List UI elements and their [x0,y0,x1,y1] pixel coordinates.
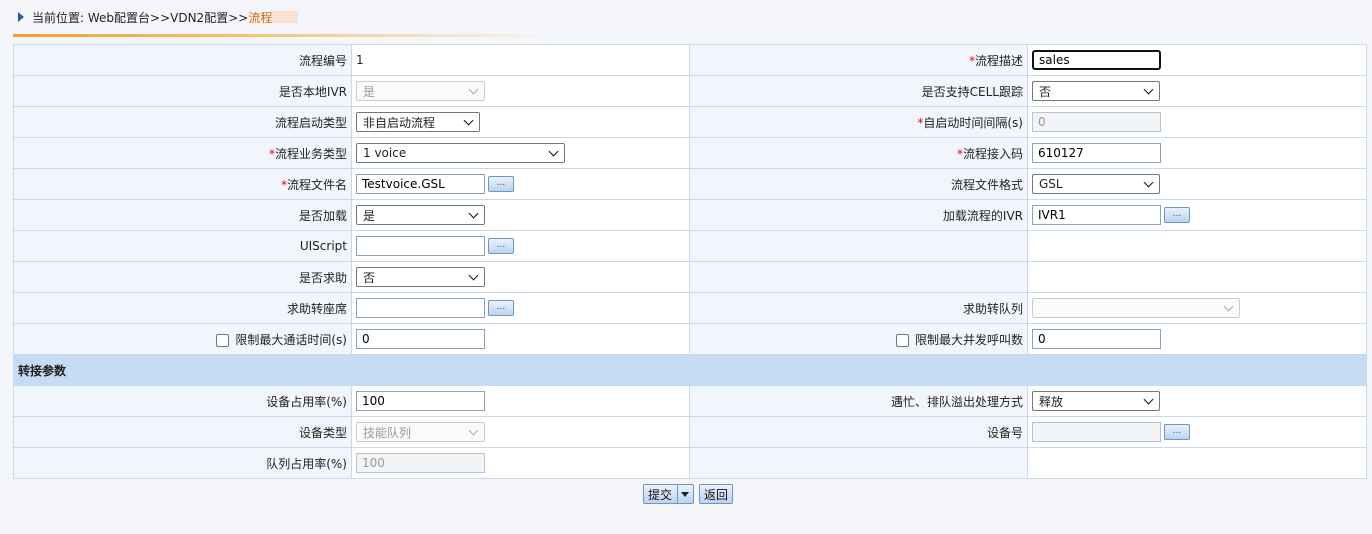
device-rate-input[interactable] [356,391,485,411]
submit-dropdown-icon[interactable] [677,485,690,503]
help-agent-input[interactable] [356,298,485,318]
chevron-down-icon [468,270,479,280]
chevron-down-icon [1143,177,1154,187]
file-name-browse-button[interactable]: ... [488,176,514,192]
start-type-label: 流程启动类型 [13,106,352,138]
cell-trace-select[interactable]: 否 [1032,81,1160,101]
breadcrumb-arrow-icon [18,12,24,22]
empty-cell [1027,261,1367,293]
flow-desc-label: *流程描述 [689,44,1028,76]
uiscript-browse-button[interactable]: ... [488,238,514,254]
help-queue-label: 求助转队列 [689,292,1028,324]
file-format-label: 流程文件格式 [689,168,1028,200]
transfer-section-title: 转接参数 [13,354,1367,386]
breadcrumb-path: 当前位置: Web配置台>>VDN2配置>> [32,10,249,25]
chevron-down-icon [1143,84,1154,94]
overflow-select[interactable]: 释放 [1032,391,1160,411]
biz-type-label: *流程业务类型 [13,137,352,169]
chevron-down-icon [463,115,474,125]
chevron-down-icon [468,208,479,218]
flow-desc-input[interactable] [1032,50,1161,70]
flow-config-form: 流程编号 1 *流程描述 是否本地IVR 是 是否支持CELL跟踪 否 流程启动… [13,44,1367,479]
submit-button[interactable]: 提交 [643,484,695,504]
file-name-input[interactable] [356,174,485,194]
empty-cell [689,447,1028,479]
device-no-input [1032,422,1161,442]
file-format-select[interactable]: GSL [1032,174,1160,194]
device-no-label: 设备号 [689,416,1028,448]
access-code-label: *流程接入码 [689,137,1028,169]
access-code-input[interactable] [1032,143,1161,163]
form-actions: 提交 返回 [643,484,734,504]
loaded-select[interactable]: 是 [356,205,485,225]
flow-id-label: 流程编号 [13,44,352,76]
chevron-down-icon [468,425,479,435]
queue-rate-label: 队列占用率(%) [13,447,352,479]
help-label: 是否求助 [13,261,352,293]
back-button[interactable]: 返回 [699,484,734,504]
help-agent-browse-button[interactable]: ... [488,300,514,316]
max-calls-label: 限制最大并发呼叫数 [689,323,1028,355]
local-ivr-label: 是否本地IVR [13,75,352,107]
device-type-select: 技能队列 [356,422,485,442]
device-no-browse-button[interactable]: ... [1164,424,1190,440]
chevron-down-icon [1143,394,1154,404]
overflow-label: 遇忙、排队溢出处理方式 [689,385,1028,417]
local-ivr-select: 是 [356,81,485,101]
cell-trace-label: 是否支持CELL跟踪 [689,75,1028,107]
flow-id-value: 1 [351,44,690,76]
load-ivr-input[interactable] [1032,205,1161,225]
chevron-down-icon [548,146,559,156]
max-talk-input[interactable] [356,329,485,349]
chevron-down-icon [1223,301,1234,311]
breadcrumb-current: 流程 [248,10,273,25]
load-ivr-label: 加载流程的IVR [689,199,1028,231]
start-type-select[interactable]: 非自启动流程 [356,112,480,132]
load-ivr-browse-button[interactable]: ... [1164,207,1190,223]
file-name-label: *流程文件名 [13,168,352,200]
breadcrumb: 当前位置: Web配置台>>VDN2配置>> 流程 [18,9,299,25]
auto-interval-input [1032,112,1161,132]
help-select[interactable]: 否 [356,267,485,287]
device-type-label: 设备类型 [13,416,352,448]
help-agent-label: 求助转座席 [13,292,352,324]
empty-cell [1027,230,1367,262]
device-rate-label: 设备占用率(%) [13,385,352,417]
max-talk-label: 限制最大通话时间(s) [13,323,352,355]
uiscript-input[interactable] [356,236,485,256]
header-divider [13,34,553,37]
auto-interval-label: *自启动时间间隔(s) [689,106,1028,138]
empty-cell [689,230,1028,262]
empty-cell [689,261,1028,293]
redacted-block [272,11,299,23]
loaded-label: 是否加载 [13,199,352,231]
queue-rate-input [356,453,485,473]
max-calls-checkbox[interactable] [895,333,909,347]
help-queue-select [1032,298,1240,318]
chevron-down-icon [468,84,479,94]
empty-cell [1027,447,1367,479]
max-calls-input[interactable] [1032,329,1161,349]
biz-type-select[interactable]: 1 voice [356,143,565,163]
max-talk-checkbox[interactable] [216,333,230,347]
uiscript-label: UIScript [13,230,352,262]
